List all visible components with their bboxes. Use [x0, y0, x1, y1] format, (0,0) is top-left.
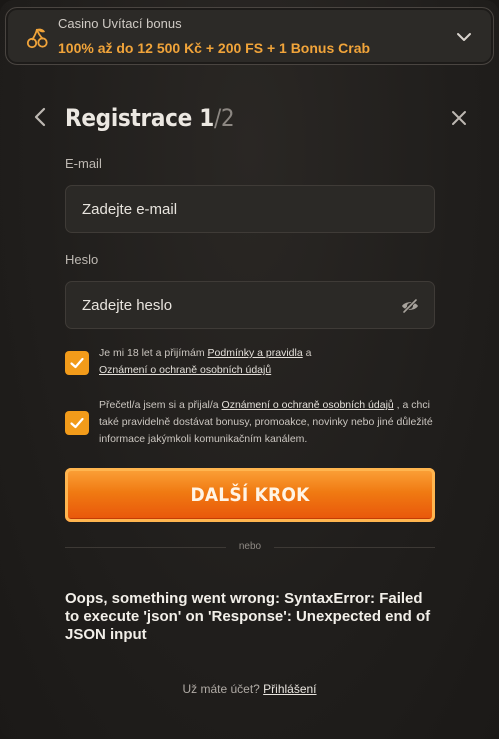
- bonus-text: 100% až do 12 500 Kč + 200 FS + 1 Bonus …: [58, 40, 371, 56]
- cherry-icon: [26, 28, 48, 49]
- login-prompt: Už máte účet? Přihlášení: [0, 682, 499, 696]
- checkmark-icon: [70, 417, 84, 429]
- page-title: Registrace 1/2: [65, 104, 235, 132]
- terms-link[interactable]: Podmínky a pravidla: [208, 347, 303, 359]
- age-terms-checkbox[interactable]: [65, 351, 89, 375]
- close-icon[interactable]: [449, 108, 469, 128]
- login-link[interactable]: Přihlášení: [263, 682, 316, 696]
- consent-text: Přečetl/a jsem si a přijal/a: [99, 399, 222, 411]
- email-field[interactable]: [66, 186, 434, 232]
- consent-text: Je mi 18 let a přijímám: [99, 347, 208, 359]
- password-field-box: [65, 281, 435, 329]
- registration-modal: Casino Uvítací bonus 100% až do 12 500 K…: [0, 0, 499, 739]
- step-separator: /: [213, 104, 221, 132]
- consent-text: a: [302, 347, 312, 359]
- email-label: E-mail: [65, 156, 102, 171]
- password-field[interactable]: [66, 282, 434, 328]
- checkmark-icon: [70, 357, 84, 369]
- divider-text: nebo: [238, 541, 262, 552]
- login-prompt-text: Už máte účet?: [182, 682, 264, 696]
- bonus-title: Casino Uvítací bonus: [58, 16, 182, 31]
- back-arrow-icon[interactable]: [30, 106, 50, 128]
- step-current: 1: [199, 104, 214, 132]
- privacy-link[interactable]: Oznámení o ochraně osobních údajů: [99, 364, 271, 376]
- marketing-text: Přečetl/a jsem si a přijal/a Oznámení o …: [99, 397, 439, 448]
- title-text: Registrace: [65, 104, 192, 132]
- email-field-box: [65, 185, 435, 233]
- eye-off-icon[interactable]: [400, 296, 420, 316]
- age-terms-text: Je mi 18 let a přijímám Podmínky a pravi…: [99, 345, 439, 379]
- divider-right: [274, 547, 435, 548]
- welcome-bonus-banner[interactable]: Casino Uvítací bonus 100% až do 12 500 K…: [5, 7, 494, 65]
- chevron-down-icon[interactable]: [455, 28, 473, 46]
- next-step-button[interactable]: DALŠÍ KROK: [65, 468, 435, 522]
- next-step-label: DALŠÍ KROK: [190, 484, 310, 506]
- step-total: 2: [220, 104, 235, 132]
- error-message: Oops, something went wrong: SyntaxError:…: [65, 590, 431, 643]
- divider-left: [65, 547, 226, 548]
- password-label: Heslo: [65, 252, 99, 267]
- marketing-checkbox[interactable]: [65, 411, 89, 435]
- privacy-link[interactable]: Oznámení o ochraně osobních údajů: [222, 399, 394, 411]
